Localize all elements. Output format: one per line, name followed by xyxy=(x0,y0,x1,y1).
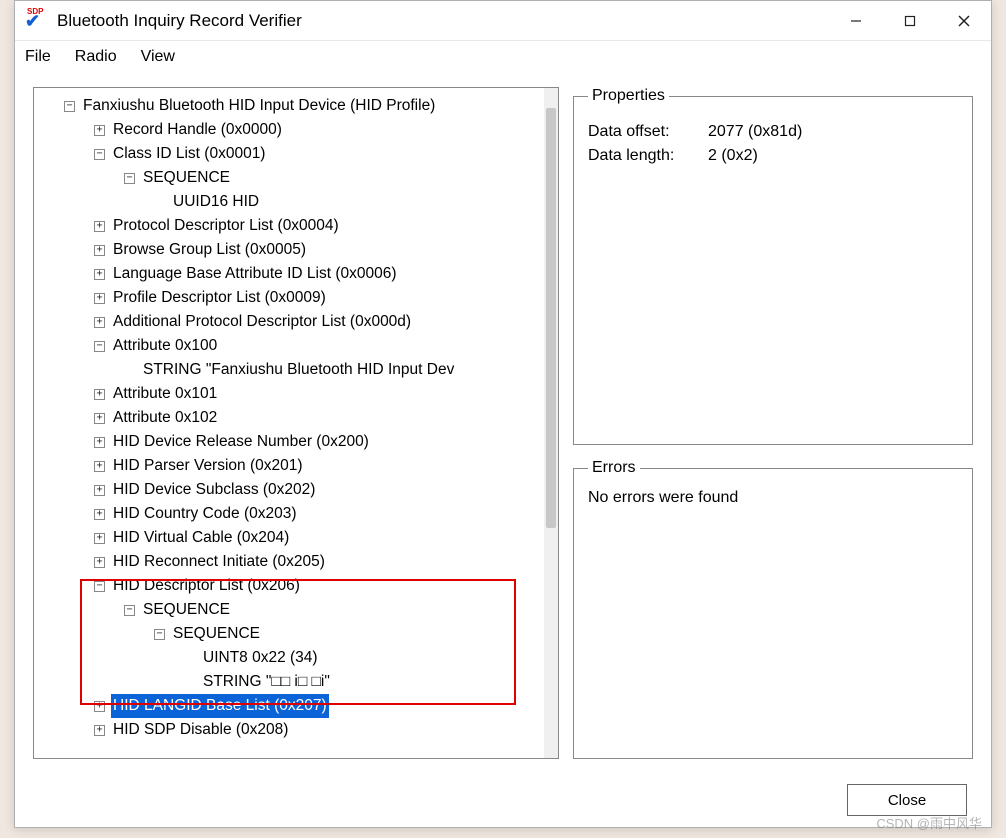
tree-item[interactable]: Profile Descriptor List (0x0009) xyxy=(111,286,328,310)
collapse-icon[interactable]: − xyxy=(94,581,105,592)
data-offset-label: Data offset: xyxy=(588,123,708,141)
collapse-icon[interactable]: − xyxy=(64,101,75,112)
tree-leaf[interactable]: UUID16 HID xyxy=(171,190,261,214)
menu-radio[interactable]: Radio xyxy=(75,48,117,66)
expand-icon[interactable]: + xyxy=(94,269,105,280)
tree-item[interactable]: HID Reconnect Initiate (0x205) xyxy=(111,550,327,574)
expand-icon[interactable]: + xyxy=(94,485,105,496)
expand-icon[interactable]: + xyxy=(94,125,105,136)
expand-icon[interactable]: + xyxy=(94,317,105,328)
tree-panel: −Fanxiushu Bluetooth HID Input Device (H… xyxy=(33,87,559,759)
tree-item[interactable]: HID Parser Version (0x201) xyxy=(111,454,305,478)
expand-icon[interactable]: + xyxy=(94,413,105,424)
data-length-label: Data length: xyxy=(588,147,708,165)
tree-item[interactable]: HID Descriptor List (0x206) xyxy=(111,574,302,598)
tree-item-selected[interactable]: HID LANGID Base List (0x207) xyxy=(111,694,329,718)
expand-icon[interactable]: + xyxy=(94,437,105,448)
titlebar: SDP ✔ Bluetooth Inquiry Record Verifier xyxy=(15,1,991,41)
app-icon: SDP ✔ xyxy=(23,9,47,33)
tree-item[interactable]: SEQUENCE xyxy=(141,598,232,622)
tree-item[interactable]: SEQUENCE xyxy=(171,622,262,646)
tree-item[interactable]: HID Country Code (0x203) xyxy=(111,502,299,526)
tree-item[interactable]: Attribute 0x100 xyxy=(111,334,219,358)
expand-icon[interactable]: + xyxy=(94,701,105,712)
expand-icon[interactable]: + xyxy=(94,293,105,304)
expand-icon[interactable]: + xyxy=(94,389,105,400)
tree-item[interactable]: Record Handle (0x0000) xyxy=(111,118,284,142)
maximize-button[interactable] xyxy=(883,1,937,40)
data-length-value: 2 (0x2) xyxy=(708,147,758,165)
side-panels: Properties Data offset: 2077 (0x81d) Dat… xyxy=(573,87,973,759)
tree-item[interactable]: Attribute 0x101 xyxy=(111,382,219,406)
tree-item[interactable]: Class ID List (0x0001) xyxy=(111,142,267,166)
close-button[interactable]: Close xyxy=(847,784,967,816)
tree-item[interactable]: Attribute 0x102 xyxy=(111,406,219,430)
expand-icon[interactable]: + xyxy=(94,461,105,472)
errors-legend: Errors xyxy=(588,459,640,477)
collapse-icon[interactable]: − xyxy=(94,341,105,352)
properties-legend: Properties xyxy=(588,87,669,105)
tree-item[interactable]: SEQUENCE xyxy=(141,166,232,190)
errors-text: No errors were found xyxy=(588,489,958,507)
window-controls xyxy=(829,1,991,40)
expand-icon[interactable]: + xyxy=(94,245,105,256)
collapse-icon[interactable]: − xyxy=(124,173,135,184)
tree-leaf[interactable]: UINT8 0x22 (34) xyxy=(201,646,320,670)
errors-panel: Errors No errors were found xyxy=(573,459,973,759)
menu-view[interactable]: View xyxy=(141,48,175,66)
expand-icon[interactable]: + xyxy=(94,533,105,544)
tree-item[interactable]: HID SDP Disable (0x208) xyxy=(111,718,290,742)
menubar: File Radio View xyxy=(15,41,991,73)
tree-item[interactable]: HID Device Release Number (0x200) xyxy=(111,430,371,454)
expand-icon[interactable]: + xyxy=(94,221,105,232)
tree-item[interactable]: Browse Group List (0x0005) xyxy=(111,238,308,262)
tree-item[interactable]: Language Base Attribute ID List (0x0006) xyxy=(111,262,399,286)
properties-panel: Properties Data offset: 2077 (0x81d) Dat… xyxy=(573,87,973,445)
scrollbar-thumb[interactable] xyxy=(546,108,556,528)
tree-leaf[interactable]: STRING "□□ i□ □i" xyxy=(201,670,332,694)
minimize-button[interactable] xyxy=(829,1,883,40)
vertical-scrollbar[interactable] xyxy=(544,88,558,758)
close-window-button[interactable] xyxy=(937,1,991,40)
footer: Close xyxy=(15,773,991,827)
content-area: −Fanxiushu Bluetooth HID Input Device (H… xyxy=(15,73,991,773)
collapse-icon[interactable]: − xyxy=(154,629,165,640)
tree-view[interactable]: −Fanxiushu Bluetooth HID Input Device (H… xyxy=(34,88,558,758)
data-offset-value: 2077 (0x81d) xyxy=(708,123,802,141)
tree-item[interactable]: Protocol Descriptor List (0x0004) xyxy=(111,214,341,238)
collapse-icon[interactable]: − xyxy=(124,605,135,616)
expand-icon[interactable]: + xyxy=(94,725,105,736)
expand-icon[interactable]: + xyxy=(94,557,105,568)
collapse-icon[interactable]: − xyxy=(94,149,105,160)
app-window: SDP ✔ Bluetooth Inquiry Record Verifier … xyxy=(14,0,992,828)
tree-item[interactable]: Additional Protocol Descriptor List (0x0… xyxy=(111,310,413,334)
tree-root[interactable]: Fanxiushu Bluetooth HID Input Device (HI… xyxy=(81,94,437,118)
tree-item[interactable]: HID Virtual Cable (0x204) xyxy=(111,526,291,550)
expand-icon[interactable]: + xyxy=(94,509,105,520)
menu-file[interactable]: File xyxy=(25,48,51,66)
tree-item[interactable]: HID Device Subclass (0x202) xyxy=(111,478,317,502)
tree-leaf[interactable]: STRING "Fanxiushu Bluetooth HID Input De… xyxy=(141,358,456,382)
window-title: Bluetooth Inquiry Record Verifier xyxy=(57,11,829,31)
